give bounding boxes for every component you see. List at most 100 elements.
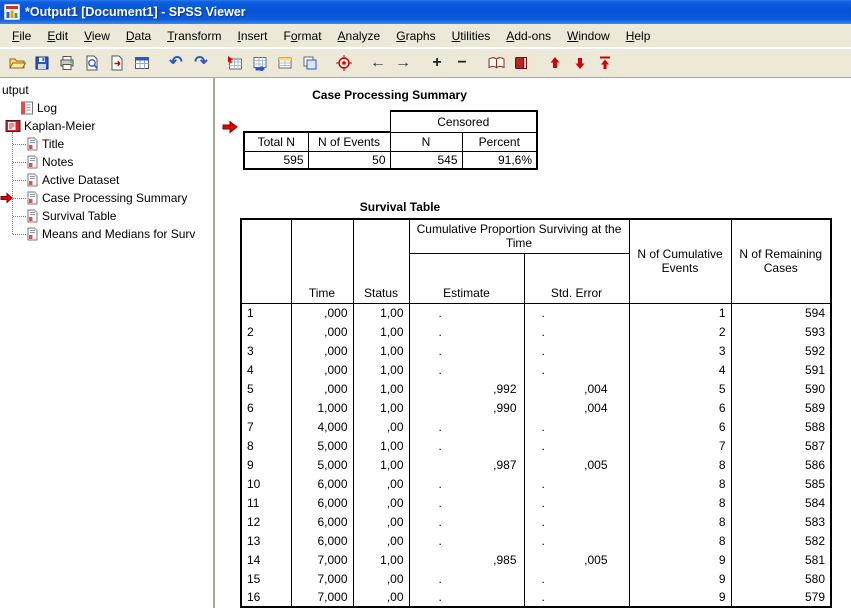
tree-connector	[13, 234, 26, 235]
menu-help[interactable]: Help	[618, 26, 659, 46]
menu-view[interactable]: View	[76, 26, 118, 46]
survival-cell: .	[524, 588, 629, 607]
export-output-icon[interactable]	[105, 51, 129, 75]
survival-table[interactable]: Time Status Cumulative Proportion Surviv…	[240, 218, 832, 608]
survival-cell: 4	[629, 360, 731, 379]
menu-insert[interactable]: Insert	[229, 26, 275, 46]
tree-item-utput[interactable]: utput	[0, 81, 213, 99]
survival-cell: 7,000	[291, 569, 353, 588]
print-preview-icon[interactable]	[80, 51, 104, 75]
survival-table-row: 136,000,00..8582	[241, 531, 831, 550]
column-header-censored-n: N	[390, 132, 462, 151]
survival-table-row: 95,0001,00,987,0058586	[241, 455, 831, 474]
tree-item-title[interactable]: Title	[0, 135, 213, 153]
survival-cell: ,000	[291, 360, 353, 379]
output-pane[interactable]: Case Processing Summary Censored Total N…	[215, 78, 851, 608]
toolbar: ↶↷ ←→ +−	[0, 48, 851, 78]
title-bar[interactable]: *Output1 [Document1] - SPSS Viewer	[0, 0, 851, 24]
print-icon[interactable]	[55, 51, 79, 75]
menu-edit[interactable]: Edit	[39, 26, 76, 46]
goto-data-icon[interactable]	[223, 51, 247, 75]
survival-table-row: 2,0001,00..2593	[241, 322, 831, 341]
menu-add-ons[interactable]: Add-ons	[498, 26, 559, 46]
use-sets-icon[interactable]	[298, 51, 322, 75]
undo-icon[interactable]: ↶	[164, 51, 188, 75]
demote-outline-icon[interactable]	[568, 51, 592, 75]
survival-cell: 590	[731, 379, 831, 398]
cumulative-proportion-group-header: Cumulative Proportion Surviving at the T…	[409, 219, 629, 253]
output-item-icon	[26, 155, 39, 169]
menu-bar: FileEditViewDataTransformInsertFormatAna…	[0, 24, 851, 48]
survival-cell: .	[524, 322, 629, 341]
show-output-icon[interactable]	[484, 51, 508, 75]
procedure-icon	[5, 119, 21, 133]
survival-cell: 1,00	[353, 360, 409, 379]
save-icon[interactable]	[30, 51, 54, 75]
survival-cell: .	[409, 531, 524, 550]
menu-format[interactable]: Format	[276, 26, 330, 46]
survival-cell: 1,00	[353, 550, 409, 569]
menu-analyze[interactable]: Analyze	[330, 26, 389, 46]
survival-cell: 580	[731, 569, 831, 588]
case-processing-summary-table[interactable]: Censored Total N N of Events N Percent 5…	[243, 110, 538, 170]
survival-cell: .	[409, 417, 524, 436]
tree-connector	[13, 144, 26, 145]
survival-table-title: Survival Table	[240, 200, 560, 214]
promote-outline-icon[interactable]	[543, 51, 567, 75]
survival-table-row: 126,000,00..8583	[241, 512, 831, 531]
survival-cell: 1,00	[353, 436, 409, 455]
spacer-cell	[244, 111, 308, 132]
tree-item-notes[interactable]: Notes	[0, 153, 213, 171]
menu-transform[interactable]: Transform	[159, 26, 229, 46]
menu-data[interactable]: Data	[118, 26, 159, 46]
survival-cell: 581	[731, 550, 831, 569]
survival-cell: 14	[241, 550, 291, 569]
next-object-icon[interactable]: →	[391, 51, 415, 75]
tree-item-case-processing-summary[interactable]: Case Processing Summary	[0, 189, 213, 207]
survival-cell: ,000	[291, 322, 353, 341]
tree-item-kaplan-meier[interactable]: Kaplan-Meier	[0, 117, 213, 135]
collapse-outline-icon[interactable]: −	[450, 51, 474, 75]
variables-icon[interactable]	[273, 51, 297, 75]
survival-cell: 8	[629, 455, 731, 474]
censored-n-value: 545	[390, 151, 462, 169]
survival-cell: ,00	[353, 588, 409, 607]
survival-cell: 15	[241, 569, 291, 588]
goto-case-icon[interactable]	[248, 51, 272, 75]
hide-output-icon[interactable]	[509, 51, 533, 75]
survival-cell: 10	[241, 474, 291, 493]
column-header-n-of-events: N of Events	[308, 132, 390, 151]
tree-item-means-and-medians-for-surv[interactable]: Means and Medians for Surv	[0, 225, 213, 243]
output-item-icon	[26, 191, 39, 205]
redo-icon[interactable]: ↷	[189, 51, 213, 75]
survival-cell: 4	[241, 360, 291, 379]
tree-connector	[13, 180, 26, 181]
survival-cell: .	[409, 341, 524, 360]
select-last-output-icon[interactable]	[332, 51, 356, 75]
tree-item-log[interactable]: Log	[0, 99, 213, 117]
tree-item-survival-table[interactable]: Survival Table	[0, 207, 213, 225]
previous-object-icon[interactable]: ←	[366, 51, 390, 75]
menu-graphs[interactable]: Graphs	[388, 26, 443, 46]
survival-cell: .	[409, 436, 524, 455]
survival-cell: 6	[241, 398, 291, 417]
move-to-top-icon[interactable]	[593, 51, 617, 75]
survival-table-body: 1,0001,00..15942,0001,00..25933,0001,00.…	[241, 303, 831, 607]
menu-utilities[interactable]: Utilities	[444, 26, 499, 46]
output-item-icon	[26, 227, 39, 241]
tree-item-label: Case Processing Summary	[42, 191, 187, 205]
recall-dialog-icon[interactable]	[130, 51, 154, 75]
app-icon	[4, 4, 20, 20]
time-header: Time	[291, 219, 353, 303]
open-icon[interactable]	[5, 51, 29, 75]
menu-file[interactable]: File	[4, 26, 39, 46]
outline-pane[interactable]: utputLogKaplan-MeierTitleNotesActive Dat…	[0, 78, 215, 608]
survival-cell: 16	[241, 588, 291, 607]
menu-window[interactable]: Window	[559, 26, 618, 46]
survival-cell: 586	[731, 455, 831, 474]
survival-cell: 5	[629, 379, 731, 398]
survival-cell: 5,000	[291, 455, 353, 474]
output-item-icon	[26, 137, 39, 151]
tree-item-active-dataset[interactable]: Active Dataset	[0, 171, 213, 189]
expand-outline-icon[interactable]: +	[425, 51, 449, 75]
